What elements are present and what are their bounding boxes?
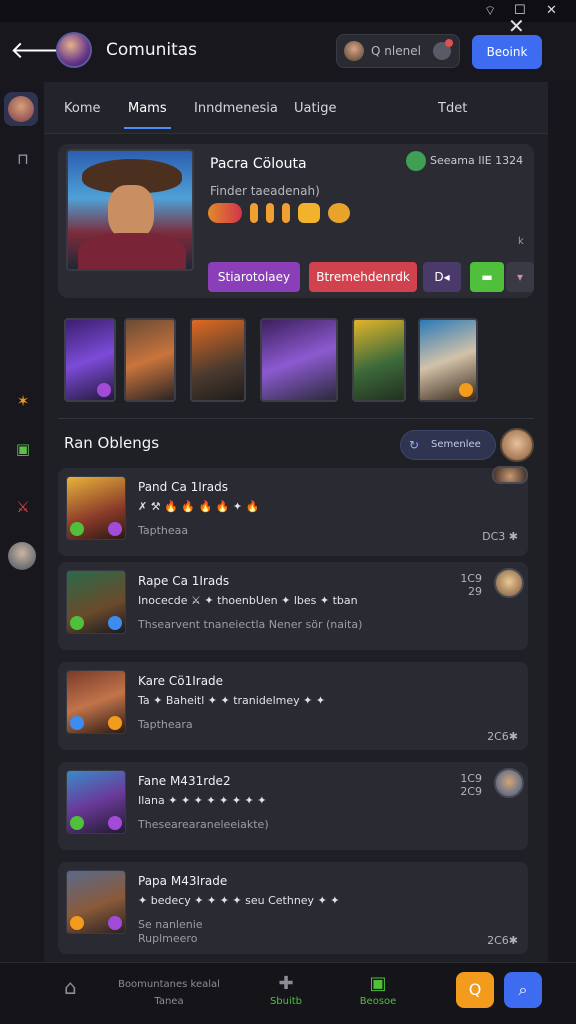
headset-icon[interactable]: ⊓ xyxy=(8,144,38,174)
profile-subtitle: Finder taeadenah) xyxy=(210,184,320,198)
back-arrow-icon[interactable]: 🡐 xyxy=(10,36,74,64)
feed-item[interactable]: Fane M431rde2 Ilana ✦ ✦ ✦ ✦ ✦ ✦ ✦ ✦ Thes… xyxy=(58,762,528,850)
tab-home[interactable]: Kome xyxy=(64,101,101,116)
feed-thumbnail xyxy=(66,476,126,540)
hero-card[interactable] xyxy=(260,318,338,402)
feed-thumbnail xyxy=(66,770,126,834)
hero-card[interactable] xyxy=(352,318,406,402)
rail-user-avatar[interactable] xyxy=(8,542,38,572)
notification-badge-icon[interactable] xyxy=(433,39,453,60)
nav-communities[interactable]: Boomuntanes kealal Tanea xyxy=(104,979,234,1007)
section-avatar[interactable] xyxy=(500,428,534,462)
filter-pill[interactable]: ↻ Semenlee xyxy=(400,430,496,460)
divider xyxy=(58,418,534,419)
search-button[interactable]: ⌕ xyxy=(504,972,542,1008)
map-icon[interactable]: ▣ xyxy=(8,434,38,464)
dropdown-chevron-icon[interactable]: ▾ xyxy=(506,262,534,292)
hero-card[interactable] xyxy=(124,318,176,402)
badge-icon xyxy=(282,202,291,223)
system-status-bar: ⌔ ☐ ✕ xyxy=(0,0,576,22)
secondary-action-button[interactable]: Btremehdenrdk xyxy=(309,262,417,292)
tab-uatige[interactable]: Uatige xyxy=(294,101,336,116)
globe-icon xyxy=(406,151,426,171)
home-icon: ⌂ xyxy=(64,975,77,999)
refresh-icon: ↻ xyxy=(409,438,420,452)
profile-name: Pacra Cölouta xyxy=(210,156,307,172)
close-window-icon[interactable]: ✕ xyxy=(546,3,557,18)
badge-icon xyxy=(250,202,259,223)
profile-badges xyxy=(208,202,353,228)
primary-button[interactable]: Beoink xyxy=(472,35,542,69)
tab-tdet[interactable]: Tdet xyxy=(438,101,467,116)
hero-card[interactable] xyxy=(190,318,246,402)
nav-puzzle[interactable]: ✚ Sbuitb xyxy=(266,973,306,1007)
profile-stat: Seeama IIE 1324 xyxy=(406,150,523,172)
close-icon[interactable]: ✕ xyxy=(508,14,525,38)
nav-store[interactable]: ▣ Beosoe xyxy=(356,973,400,1007)
feed-item[interactable]: Pand Ca 1Irads ✗ ⚒ 🔥 🔥 🔥 🔥 ✦ 🔥 Taptheaa … xyxy=(58,468,528,556)
page-title: Comunitas xyxy=(106,40,198,60)
rail-avatar[interactable] xyxy=(4,92,38,126)
search-pill[interactable]: Q nlenel xyxy=(336,34,460,68)
badge-icon xyxy=(208,202,242,223)
section-title: Ran Oblengs xyxy=(64,434,160,452)
primary-action-button[interactable]: Stiarotolaey xyxy=(208,262,300,292)
feed-item[interactable]: Kare Cö1Irade Ta ✦ Baheitl ✦ ✦ tranidelm… xyxy=(58,662,528,750)
feed-thumbnail xyxy=(66,670,126,734)
green-action-button[interactable]: ▬ xyxy=(470,262,504,292)
trophy-icon xyxy=(328,202,351,223)
profile-portrait[interactable] xyxy=(66,149,194,271)
flame-icon[interactable]: ✶ xyxy=(8,386,38,416)
feed-side-avatar[interactable] xyxy=(494,568,524,598)
hero-card[interactable] xyxy=(64,318,116,402)
chat-button[interactable]: Q xyxy=(456,972,494,1008)
hero-card[interactable] xyxy=(418,318,478,402)
badge-icon xyxy=(266,202,275,223)
user-avatar-icon xyxy=(344,41,364,61)
community-avatar[interactable] xyxy=(56,32,92,68)
sword-icon[interactable]: ⚔ xyxy=(8,492,38,522)
wifi-icon: ⌔ xyxy=(484,4,497,19)
tab-indonesia[interactable]: Inndmenesia xyxy=(194,101,278,116)
left-rail: ⊓ ✶ ▣ ⚔ xyxy=(0,82,44,962)
puzzle-icon: ✚ xyxy=(278,973,294,994)
search-text: Q nlenel xyxy=(371,44,421,58)
profile-flag: k xyxy=(518,236,524,247)
tab-bar: Kome Mams Inndmenesia Uatige Tdet xyxy=(44,82,548,134)
tab-mams[interactable]: Mams xyxy=(124,101,171,129)
feed-item[interactable]: Rape Ca 1Irads Inocecde ⚔ ✦ thoenbUen ✦ … xyxy=(58,562,528,650)
nav-home[interactable]: ⌂ xyxy=(64,975,77,999)
feed-thumbnail xyxy=(66,570,126,634)
feed-item[interactable]: Papa M43Irade ✦ bedecy ✦ ✦ ✦ ✦ seu Cethn… xyxy=(58,862,528,954)
store-icon: ▣ xyxy=(369,973,387,994)
chest-icon xyxy=(298,202,321,223)
feed-side-avatar[interactable] xyxy=(492,466,528,484)
app-header: 🡐 Comunitas Q nlenel Beoink xyxy=(0,22,576,82)
feed-side-avatar[interactable] xyxy=(494,768,524,798)
feed-thumbnail xyxy=(66,870,126,934)
third-action-button[interactable]: D◂ xyxy=(423,262,461,292)
